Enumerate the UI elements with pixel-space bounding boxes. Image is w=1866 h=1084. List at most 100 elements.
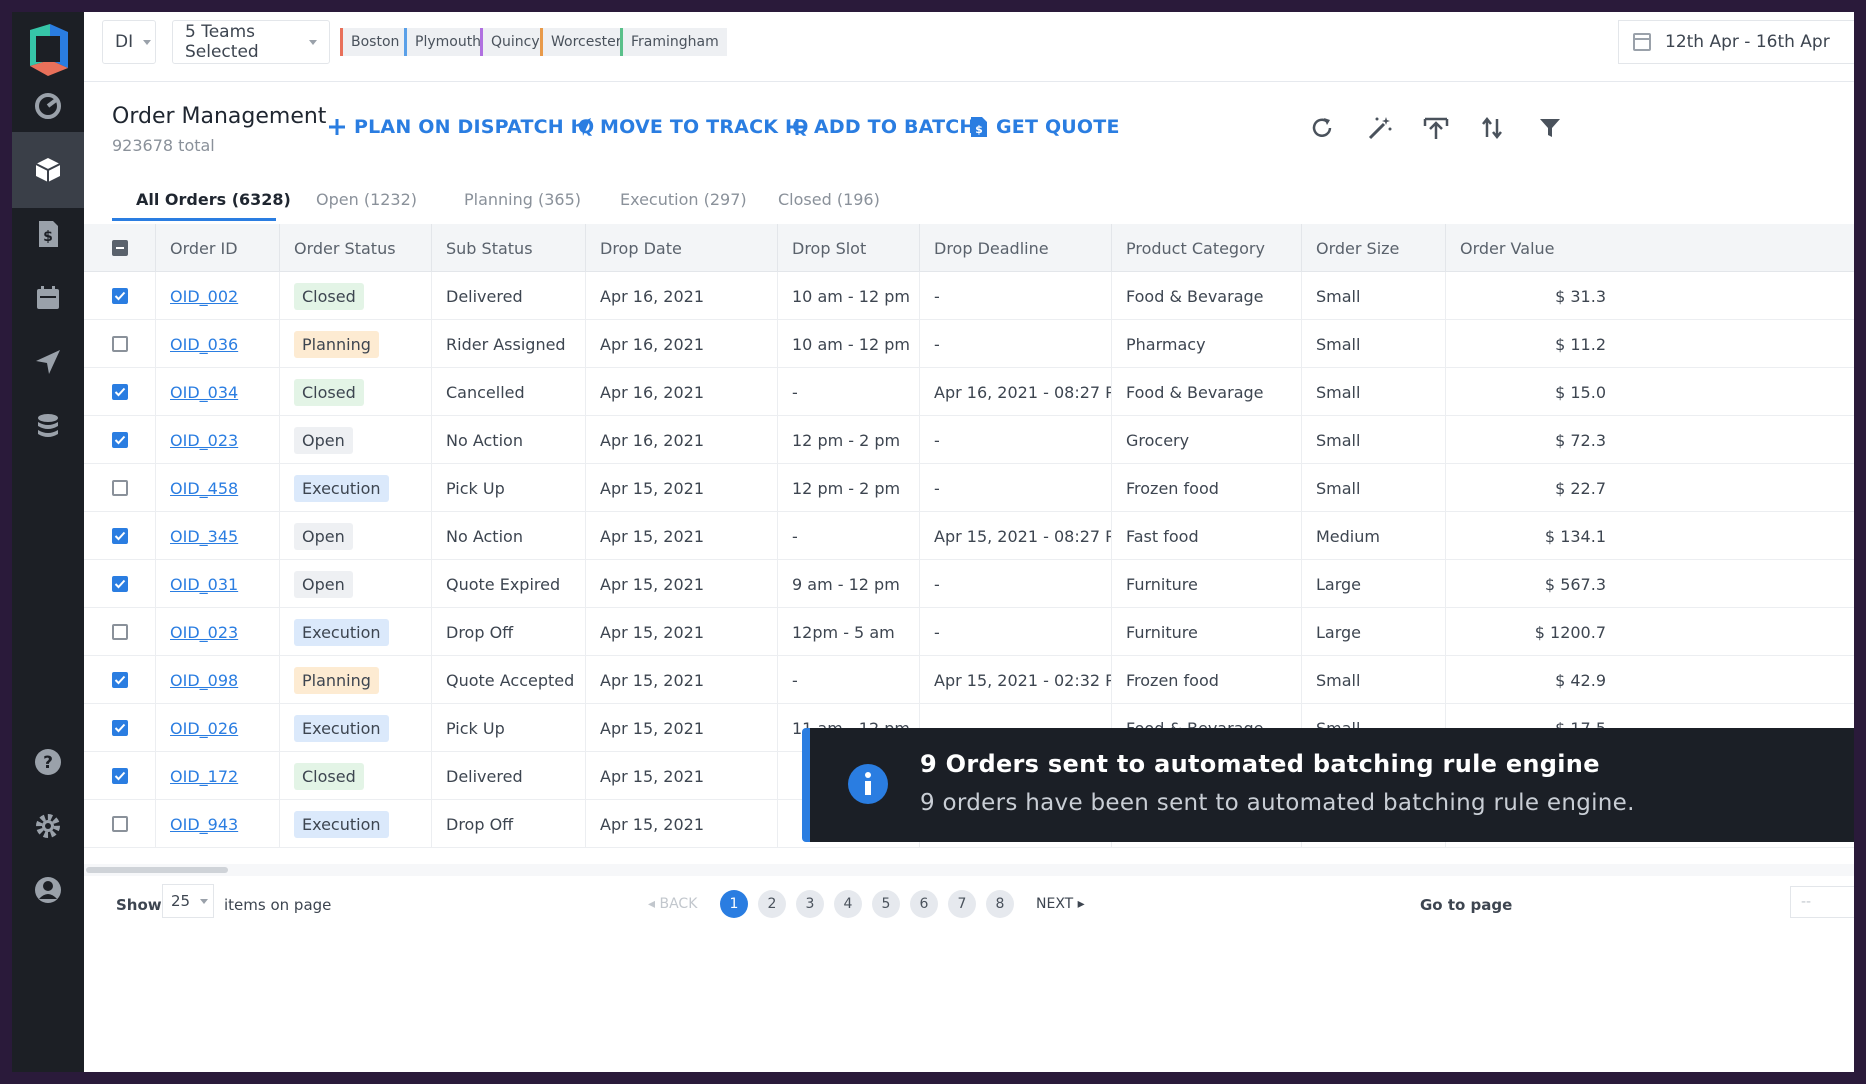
row-checkbox[interactable]	[112, 384, 128, 400]
column-header-order-id[interactable]: Order ID	[156, 224, 280, 272]
move-to-track-button[interactable]: MOVE TO TRACK IQ	[572, 116, 809, 138]
column-header-drop-date[interactable]: Drop Date	[586, 224, 778, 272]
table-row[interactable]: OID_458 Execution Pick Up Apr 15, 2021 12 pm…	[84, 464, 1854, 512]
table-row[interactable]: OID_031 Open Quote Expired Apr 15, 2021 9 am…	[84, 560, 1854, 608]
table-row[interactable]: OID_034 Closed Cancelled Apr 16, 2021- Apr 1…	[84, 368, 1854, 416]
order-status-badge: Execution	[294, 810, 389, 838]
org-select[interactable]: DI	[102, 20, 156, 64]
go-to-page-input[interactable]: --	[1790, 886, 1854, 918]
order-id-cell: OID_023	[156, 608, 280, 656]
plan-on-dispatch-button[interactable]: PLAN ON DISPATCH IQ	[328, 116, 594, 138]
row-checkbox[interactable]	[112, 720, 128, 736]
nav-database[interactable]	[12, 388, 84, 464]
add-to-batch-button[interactable]: ADD TO BATCH	[788, 116, 976, 138]
order-id-cell: OID_172	[156, 752, 280, 800]
table-row[interactable]: OID_098 Planning Quote Accepted Apr 15, 202…	[84, 656, 1854, 704]
tab-closed[interactable]: Closed (196)	[778, 190, 880, 209]
horizontal-scrollbar[interactable]	[84, 864, 1854, 876]
tab-open[interactable]: Open (1232)	[316, 190, 417, 209]
page-7-button[interactable]: 7	[948, 890, 976, 918]
column-header-sub-status[interactable]: Sub Status	[432, 224, 586, 272]
upload-button[interactable]	[1420, 112, 1452, 144]
row-checkbox[interactable]	[112, 768, 128, 784]
refresh-button[interactable]	[1306, 112, 1338, 144]
scrollbar-thumb[interactable]	[86, 867, 228, 873]
move-to-track-label: MOVE TO TRACK IQ	[600, 116, 809, 138]
column-header-drop-deadline[interactable]: Drop Deadline	[920, 224, 1112, 272]
order-id-cell: OID_031	[156, 560, 280, 608]
tab-planning[interactable]: Planning (365)	[464, 190, 581, 209]
select-all-checkbox[interactable]	[112, 240, 128, 256]
nav-profile[interactable]	[12, 852, 84, 928]
order-id-link[interactable]: OID_026	[170, 719, 238, 738]
order-id-link[interactable]: OID_458	[170, 479, 238, 498]
row-checkbox[interactable]	[112, 288, 128, 304]
order-id-link[interactable]: OID_023	[170, 623, 238, 642]
get-quote-button[interactable]: $ GET QUOTE	[970, 116, 1120, 138]
back-label: BACK	[659, 896, 698, 912]
page-4-button[interactable]: 4	[834, 890, 862, 918]
team-chip-worcester[interactable]: Worcester	[540, 28, 630, 56]
page-3-button[interactable]: 3	[796, 890, 824, 918]
order-id-link[interactable]: OID_172	[170, 767, 238, 786]
order-id-link[interactable]: OID_098	[170, 671, 238, 690]
order-id-link[interactable]: OID_023	[170, 431, 238, 450]
column-header-product-category[interactable]: Product Category	[1112, 224, 1302, 272]
tab-execution[interactable]: Execution (297)	[620, 190, 747, 209]
next-button[interactable]: NEXT ▸	[1036, 896, 1085, 912]
team-chip-quincy[interactable]: Quincy	[480, 28, 548, 56]
filter-button[interactable]	[1534, 112, 1566, 144]
drop-date-cell: Apr 15, 2021	[586, 752, 778, 800]
page-size-select[interactable]: 25	[162, 884, 214, 918]
back-button[interactable]: ◂ BACK	[648, 896, 697, 912]
teams-select[interactable]: 5 Teams Selected	[172, 20, 330, 64]
table-row[interactable]: OID_023 Open No Action Apr 16, 2021 12 pm - …	[84, 416, 1854, 464]
order-status-badge: Execution	[294, 618, 389, 646]
page-5-button[interactable]: 5	[872, 890, 900, 918]
page-2-button[interactable]: 2	[758, 890, 786, 918]
column-header-order-size[interactable]: Order Size	[1302, 224, 1446, 272]
order-id-link[interactable]: OID_034	[170, 383, 238, 402]
row-checkbox[interactable]	[112, 336, 128, 352]
order-id-link[interactable]: OID_031	[170, 575, 238, 594]
date-range-picker[interactable]: 12th Apr - 16th Apr	[1618, 20, 1854, 64]
row-checkbox[interactable]	[112, 432, 128, 448]
table-row[interactable]: OID_002 Closed Delivered Apr 16, 2021 10 am …	[84, 272, 1854, 320]
page-1-button[interactable]: 1	[720, 890, 748, 918]
sort-button[interactable]	[1476, 112, 1508, 144]
team-chip-framingham[interactable]: Framingham	[620, 28, 727, 56]
table-row[interactable]: OID_345 Open No Action Apr 15, 2021- Apr 15,…	[84, 512, 1854, 560]
order-id-link[interactable]: OID_345	[170, 527, 238, 546]
auto-assign-button[interactable]	[1364, 112, 1396, 144]
product-category-cell: Food & Bevarage	[1112, 272, 1302, 320]
table-row[interactable]: OID_036 Planning Rider Assigned Apr 16, 202…	[84, 320, 1854, 368]
page-8-button[interactable]: 8	[986, 890, 1014, 918]
chevron-down-icon	[143, 39, 152, 45]
order-size-cell: Small	[1302, 656, 1446, 704]
order-id-link[interactable]: OID_002	[170, 287, 238, 306]
row-select-cell	[84, 752, 156, 800]
page-size-value: 25	[171, 892, 191, 910]
active-tab-indicator	[112, 218, 276, 221]
toast-title: 9 Orders sent to automated batching rule…	[920, 750, 1600, 778]
chevron-down-icon	[200, 898, 209, 904]
page-6-button[interactable]: 6	[910, 890, 938, 918]
column-header-order-value[interactable]: Order Value	[1446, 224, 1606, 272]
row-checkbox[interactable]	[112, 480, 128, 496]
table-row[interactable]: OID_023 Execution Drop Off Apr 15, 2021 12pm…	[84, 608, 1854, 656]
team-chip-plymouth[interactable]: Plymouth	[404, 28, 490, 56]
row-checkbox[interactable]	[112, 816, 128, 832]
sub-status-cell: Cancelled	[432, 368, 586, 416]
team-chip-boston[interactable]: Boston	[340, 28, 408, 56]
row-checkbox[interactable]	[112, 624, 128, 640]
drop-slot-cell: -	[778, 368, 920, 416]
column-header-drop-slot[interactable]: Drop Slot	[778, 224, 920, 272]
order-id-link[interactable]: OID_036	[170, 335, 238, 354]
order-id-link[interactable]: OID_943	[170, 815, 238, 834]
tab-all-orders[interactable]: All Orders (6328)	[136, 190, 291, 209]
row-checkbox[interactable]	[112, 672, 128, 688]
row-checkbox[interactable]	[112, 576, 128, 592]
row-checkbox[interactable]	[112, 528, 128, 544]
column-header-order-status[interactable]: Order Status	[280, 224, 432, 272]
add-to-batch-label: ADD TO BATCH	[814, 116, 976, 138]
